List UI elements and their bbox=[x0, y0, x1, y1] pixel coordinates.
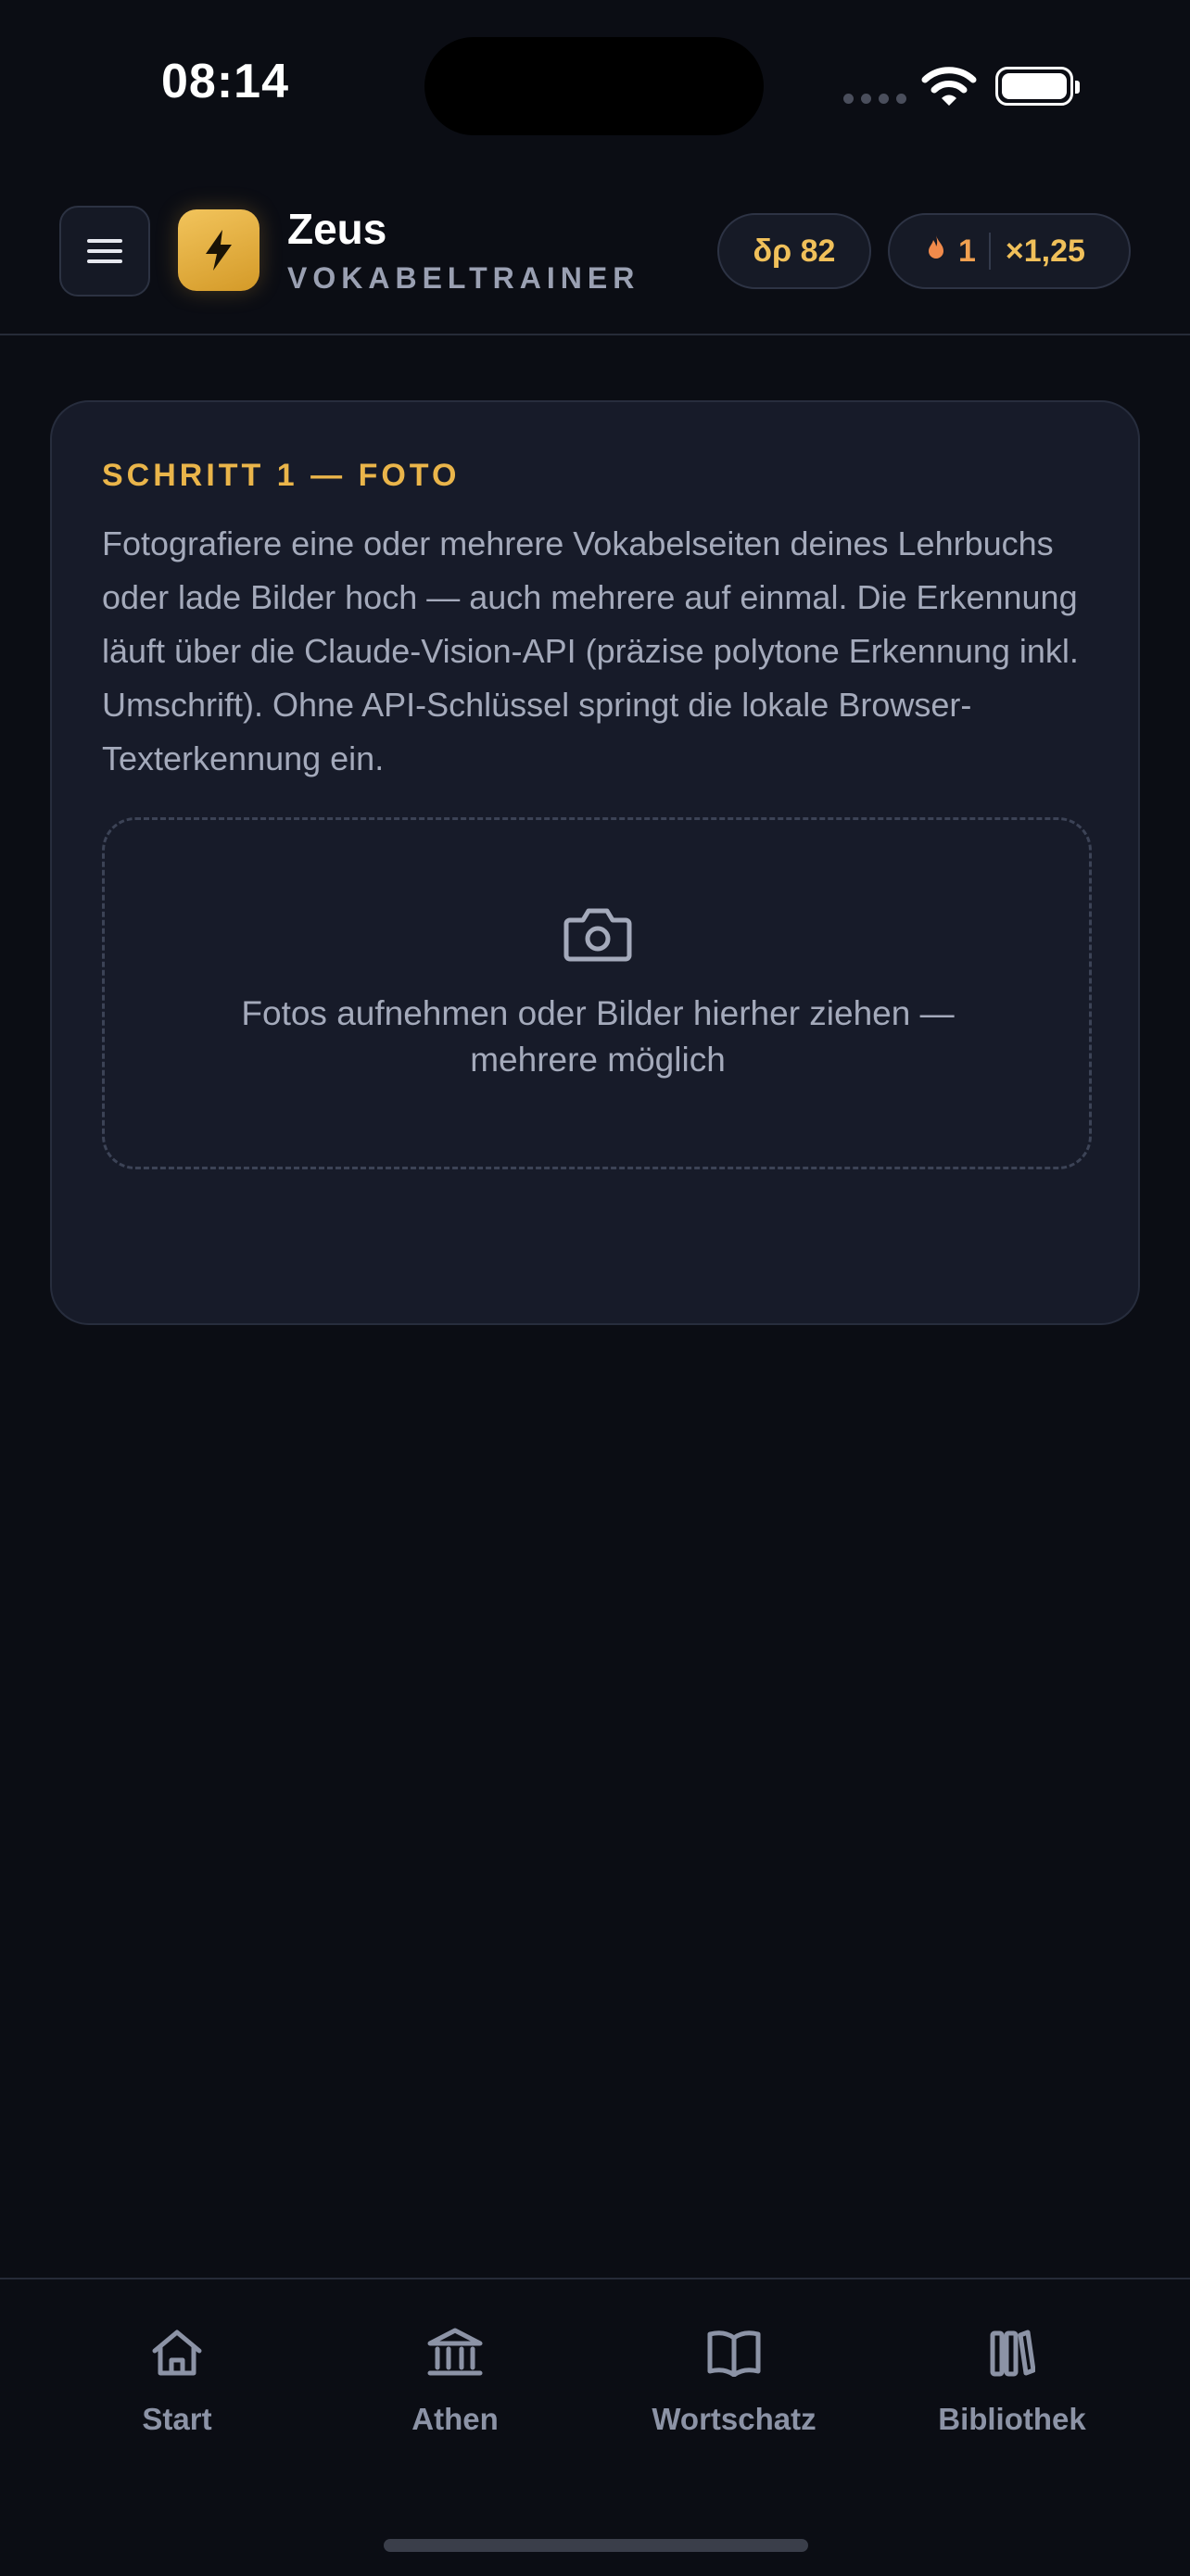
nav-item-athen[interactable]: Athen bbox=[316, 2320, 594, 2437]
nav-label: Start bbox=[142, 2402, 212, 2436]
nav-label: Athen bbox=[411, 2402, 499, 2436]
cellular-signal-icon bbox=[843, 94, 906, 104]
step-description: Fotografiere eine oder mehrere Vokabelse… bbox=[102, 524, 1079, 777]
nav-item-start[interactable]: Start bbox=[38, 2320, 316, 2437]
xp-value: δρ 82 bbox=[753, 233, 836, 269]
menu-button[interactable] bbox=[59, 206, 150, 297]
dropzone-label: Fotos aufnehmen oder Bilder hierher zieh… bbox=[241, 994, 955, 1079]
book-icon bbox=[595, 2320, 873, 2385]
app-subtitle: VOKABELTRAINER bbox=[287, 261, 640, 295]
library-icon bbox=[873, 2320, 1151, 2385]
nav-item-bibliothek[interactable]: Bibliothek bbox=[873, 2320, 1151, 2437]
photo-step-card: SCHRITT 1 — FOTO Fotografiere eine oder … bbox=[50, 400, 1140, 1325]
home-icon bbox=[38, 2320, 316, 2385]
app-name: Zeus bbox=[287, 205, 387, 253]
camera-icon bbox=[563, 908, 632, 962]
dynamic-island bbox=[424, 37, 764, 135]
bottom-nav: Start Athen Wortschatz Bibliothek bbox=[0, 2278, 1190, 2576]
home-indicator[interactable] bbox=[384, 2539, 808, 2552]
nav-label: Wortschatz bbox=[652, 2402, 817, 2436]
battery-icon bbox=[995, 67, 1080, 106]
wifi-icon bbox=[921, 67, 977, 106]
nav-item-wortschatz[interactable]: Wortschatz bbox=[595, 2320, 873, 2437]
nav-label: Bibliothek bbox=[938, 2402, 1086, 2436]
streak-badge[interactable]: 1 ×1,25 bbox=[888, 213, 1131, 289]
flame-icon bbox=[927, 234, 945, 268]
app-header: Zeus VOKABELTRAINER δρ 82 1 ×1,25 bbox=[0, 185, 1190, 335]
app-logo bbox=[178, 209, 260, 291]
step-title: SCHRITT 1 — FOTO bbox=[102, 458, 461, 493]
xp-badge[interactable]: δρ 82 bbox=[717, 213, 871, 289]
streak-count: 1 bbox=[958, 233, 976, 269]
status-time: 08:14 bbox=[161, 55, 289, 108]
photo-dropzone[interactable]: Fotos aufnehmen oder Bilder hierher zieh… bbox=[102, 817, 1092, 1169]
pill-divider bbox=[988, 233, 991, 270]
hamburger-icon bbox=[87, 233, 122, 270]
temple-icon bbox=[316, 2320, 594, 2385]
xp-multiplier: ×1,25 bbox=[1005, 233, 1085, 269]
lightning-icon bbox=[206, 230, 232, 271]
status-bar: 08:14 bbox=[0, 0, 1190, 176]
